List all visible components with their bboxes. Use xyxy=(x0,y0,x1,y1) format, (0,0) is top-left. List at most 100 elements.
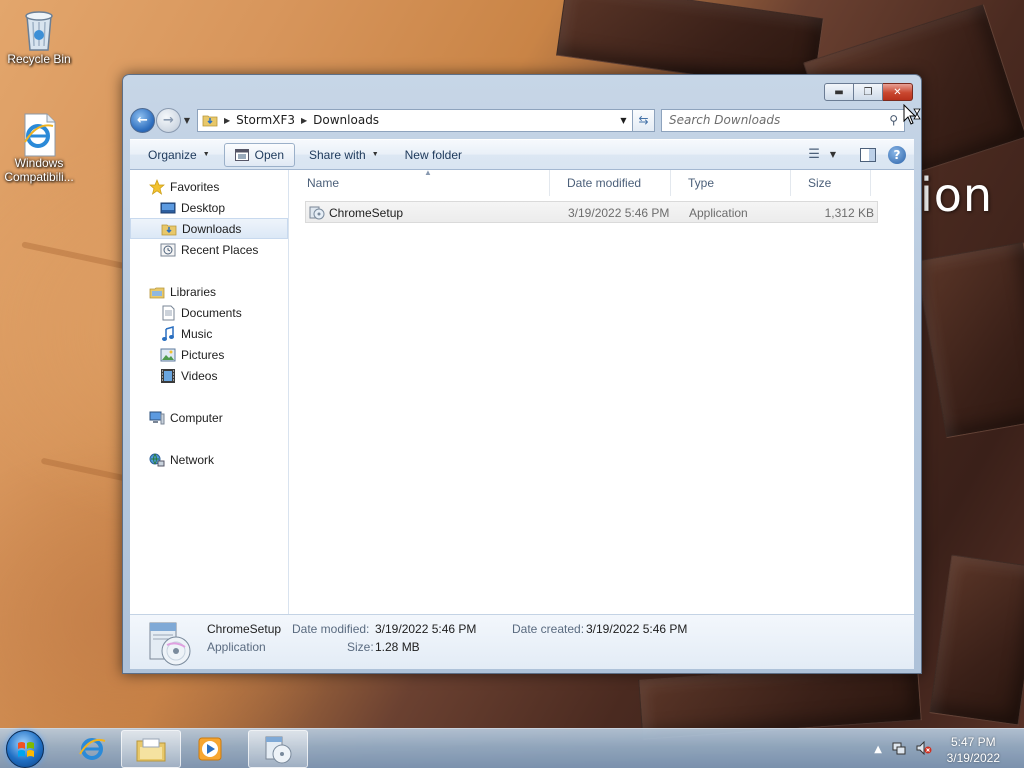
installer-disc-icon xyxy=(265,736,292,764)
clock-date: 3/19/2022 xyxy=(946,751,1000,765)
forward-arrow-icon: → xyxy=(163,112,174,128)
chocolate-piece xyxy=(929,554,1024,726)
nav-item-music[interactable]: Music xyxy=(130,323,288,344)
view-options-dropdown[interactable]: ▼ xyxy=(830,150,836,159)
nav-label-documents: Documents xyxy=(181,305,242,320)
preview-pane-icon xyxy=(860,147,876,162)
file-type: Application xyxy=(689,206,748,220)
file-date-modified: 3/19/2022 5:46 PM xyxy=(568,206,670,220)
nav-item-libraries[interactable]: Libraries xyxy=(130,281,288,302)
wallpaper-text: ion xyxy=(920,168,994,222)
open-label: Open xyxy=(254,147,284,162)
chocolate-piece xyxy=(915,241,1024,439)
installer-disc-icon xyxy=(147,619,193,667)
nav-item-recent-places[interactable]: Recent Places xyxy=(130,239,288,260)
nav-item-desktop[interactable]: Desktop xyxy=(130,197,288,218)
sort-ascending-icon: ▲ xyxy=(424,168,432,177)
column-header-type[interactable]: Type xyxy=(671,170,791,196)
column-size-label: Size xyxy=(808,176,832,190)
explorer-content: Favorites Desktop Downloads Recent Place… xyxy=(130,168,914,614)
refresh-icon: ⇆ xyxy=(638,113,649,127)
column-type-label: Type xyxy=(688,176,715,190)
nav-item-documents[interactable]: Documents xyxy=(130,302,288,323)
taskbar-media-player[interactable] xyxy=(180,730,240,768)
desktop-icon xyxy=(160,200,176,216)
explorer-window: ▬ ❐ ✕ ← → ▼ ▶ StormXF3 ▶ Downloads ▼ ⇆ S… xyxy=(122,74,922,674)
pictures-icon xyxy=(160,347,176,363)
system-tray: ▲ xyxy=(874,740,932,758)
search-icon[interactable]: ⚲ xyxy=(889,113,898,127)
address-bar[interactable]: ▶ StormXF3 ▶ Downloads ▼ xyxy=(197,108,633,132)
start-button[interactable] xyxy=(6,730,44,768)
breadcrumb-stormxf3[interactable]: StormXF3 xyxy=(236,113,295,127)
minimize-button[interactable]: ▬ xyxy=(824,83,854,101)
new-folder-button[interactable]: New folder xyxy=(395,143,472,167)
volume-muted-icon[interactable] xyxy=(916,740,932,758)
taskbar-clock[interactable]: 5:47 PM 3/19/2022 xyxy=(947,734,1000,766)
file-row[interactable]: ChromeSetup 3/19/2022 5:46 PM Applicatio… xyxy=(305,201,878,223)
help-button[interactable]: ? xyxy=(888,145,906,164)
nav-item-downloads[interactable]: Downloads xyxy=(130,218,288,239)
internet-explorer-document-icon xyxy=(19,112,59,157)
recent-pages-dropdown[interactable]: ▼ xyxy=(181,116,193,125)
chevron-down-icon: ▼ xyxy=(183,115,191,125)
address-history-dropdown[interactable]: ▼ xyxy=(614,109,632,131)
recycle-bin-label: Recycle Bin xyxy=(7,52,71,66)
nav-item-computer[interactable]: Computer xyxy=(130,407,288,428)
change-view-button[interactable]: ☰ xyxy=(808,147,820,162)
taskbar-chromesetup[interactable] xyxy=(248,730,308,768)
refresh-button[interactable]: ⇆ xyxy=(633,108,655,132)
column-header-date-modified[interactable]: Date modified xyxy=(550,170,671,196)
breadcrumb-downloads[interactable]: Downloads xyxy=(313,113,379,127)
network-status-icon[interactable] xyxy=(892,741,906,758)
music-note-icon xyxy=(160,325,176,342)
share-with-button[interactable]: Share with ▼ xyxy=(299,143,389,167)
network-icon xyxy=(149,452,165,468)
minimize-icon: ▬ xyxy=(834,86,844,98)
taskbar-windows-explorer[interactable] xyxy=(121,730,181,768)
nav-item-favorites[interactable]: Favorites xyxy=(130,176,288,197)
back-button[interactable]: ← xyxy=(130,107,155,133)
breadcrumb-separator[interactable]: ▶ xyxy=(224,116,230,125)
share-with-label: Share with xyxy=(309,147,366,162)
command-bar: Organize ▼ Open Share with ▼ New folder ☰ … xyxy=(130,139,914,170)
nav-label-downloads: Downloads xyxy=(182,221,242,236)
nav-label-music: Music xyxy=(181,326,213,341)
column-header-name[interactable]: Name xyxy=(290,170,550,196)
recent-places-icon xyxy=(160,242,176,258)
breadcrumb-separator[interactable]: ▶ xyxy=(301,116,307,125)
details-size-label: Size: xyxy=(347,640,374,654)
details-file-type: Application xyxy=(207,640,266,654)
details-date-modified-value: 3/19/2022 5:46 PM xyxy=(375,622,477,636)
downloads-folder-icon xyxy=(202,112,218,128)
favorites-star-icon xyxy=(149,178,165,195)
taskbar-internet-explorer[interactable] xyxy=(62,730,122,768)
navigation-pane: Favorites Desktop Downloads Recent Place… xyxy=(130,170,289,614)
recycle-bin-shortcut[interactable]: Recycle Bin xyxy=(1,8,77,66)
close-button[interactable]: ✕ xyxy=(883,83,913,101)
clock-time: 5:47 PM xyxy=(950,735,996,749)
nav-label-libraries: Libraries xyxy=(170,284,217,299)
chevron-down-icon: ▼ xyxy=(829,150,836,159)
nav-label-recent-places: Recent Places xyxy=(181,242,259,257)
open-button[interactable]: Open xyxy=(223,142,295,167)
file-name: ChromeSetup xyxy=(329,206,404,220)
forward-button[interactable]: → xyxy=(156,107,181,133)
nav-item-pictures[interactable]: Pictures xyxy=(130,344,288,365)
recycle-bin-icon xyxy=(19,8,59,51)
nav-item-network[interactable]: Network xyxy=(130,449,288,470)
preview-pane-button[interactable] xyxy=(860,147,876,162)
maximize-icon: ❐ xyxy=(863,86,873,98)
organize-button[interactable]: Organize ▼ xyxy=(138,143,220,167)
search-input[interactable]: Search Downloads ⚲ xyxy=(661,108,905,132)
nav-item-videos[interactable]: Videos xyxy=(130,365,288,386)
show-hidden-icons-button[interactable]: ▲ xyxy=(874,744,882,755)
maximize-button[interactable]: ❐ xyxy=(854,83,883,101)
windows-compatibility-shortcut[interactable]: Windows Compatibili... xyxy=(1,112,77,184)
column-header-size[interactable]: Size xyxy=(791,170,871,196)
details-file-name: ChromeSetup xyxy=(207,622,282,636)
nav-label-videos: Videos xyxy=(181,368,218,383)
nav-label-favorites: Favorites xyxy=(170,179,220,194)
